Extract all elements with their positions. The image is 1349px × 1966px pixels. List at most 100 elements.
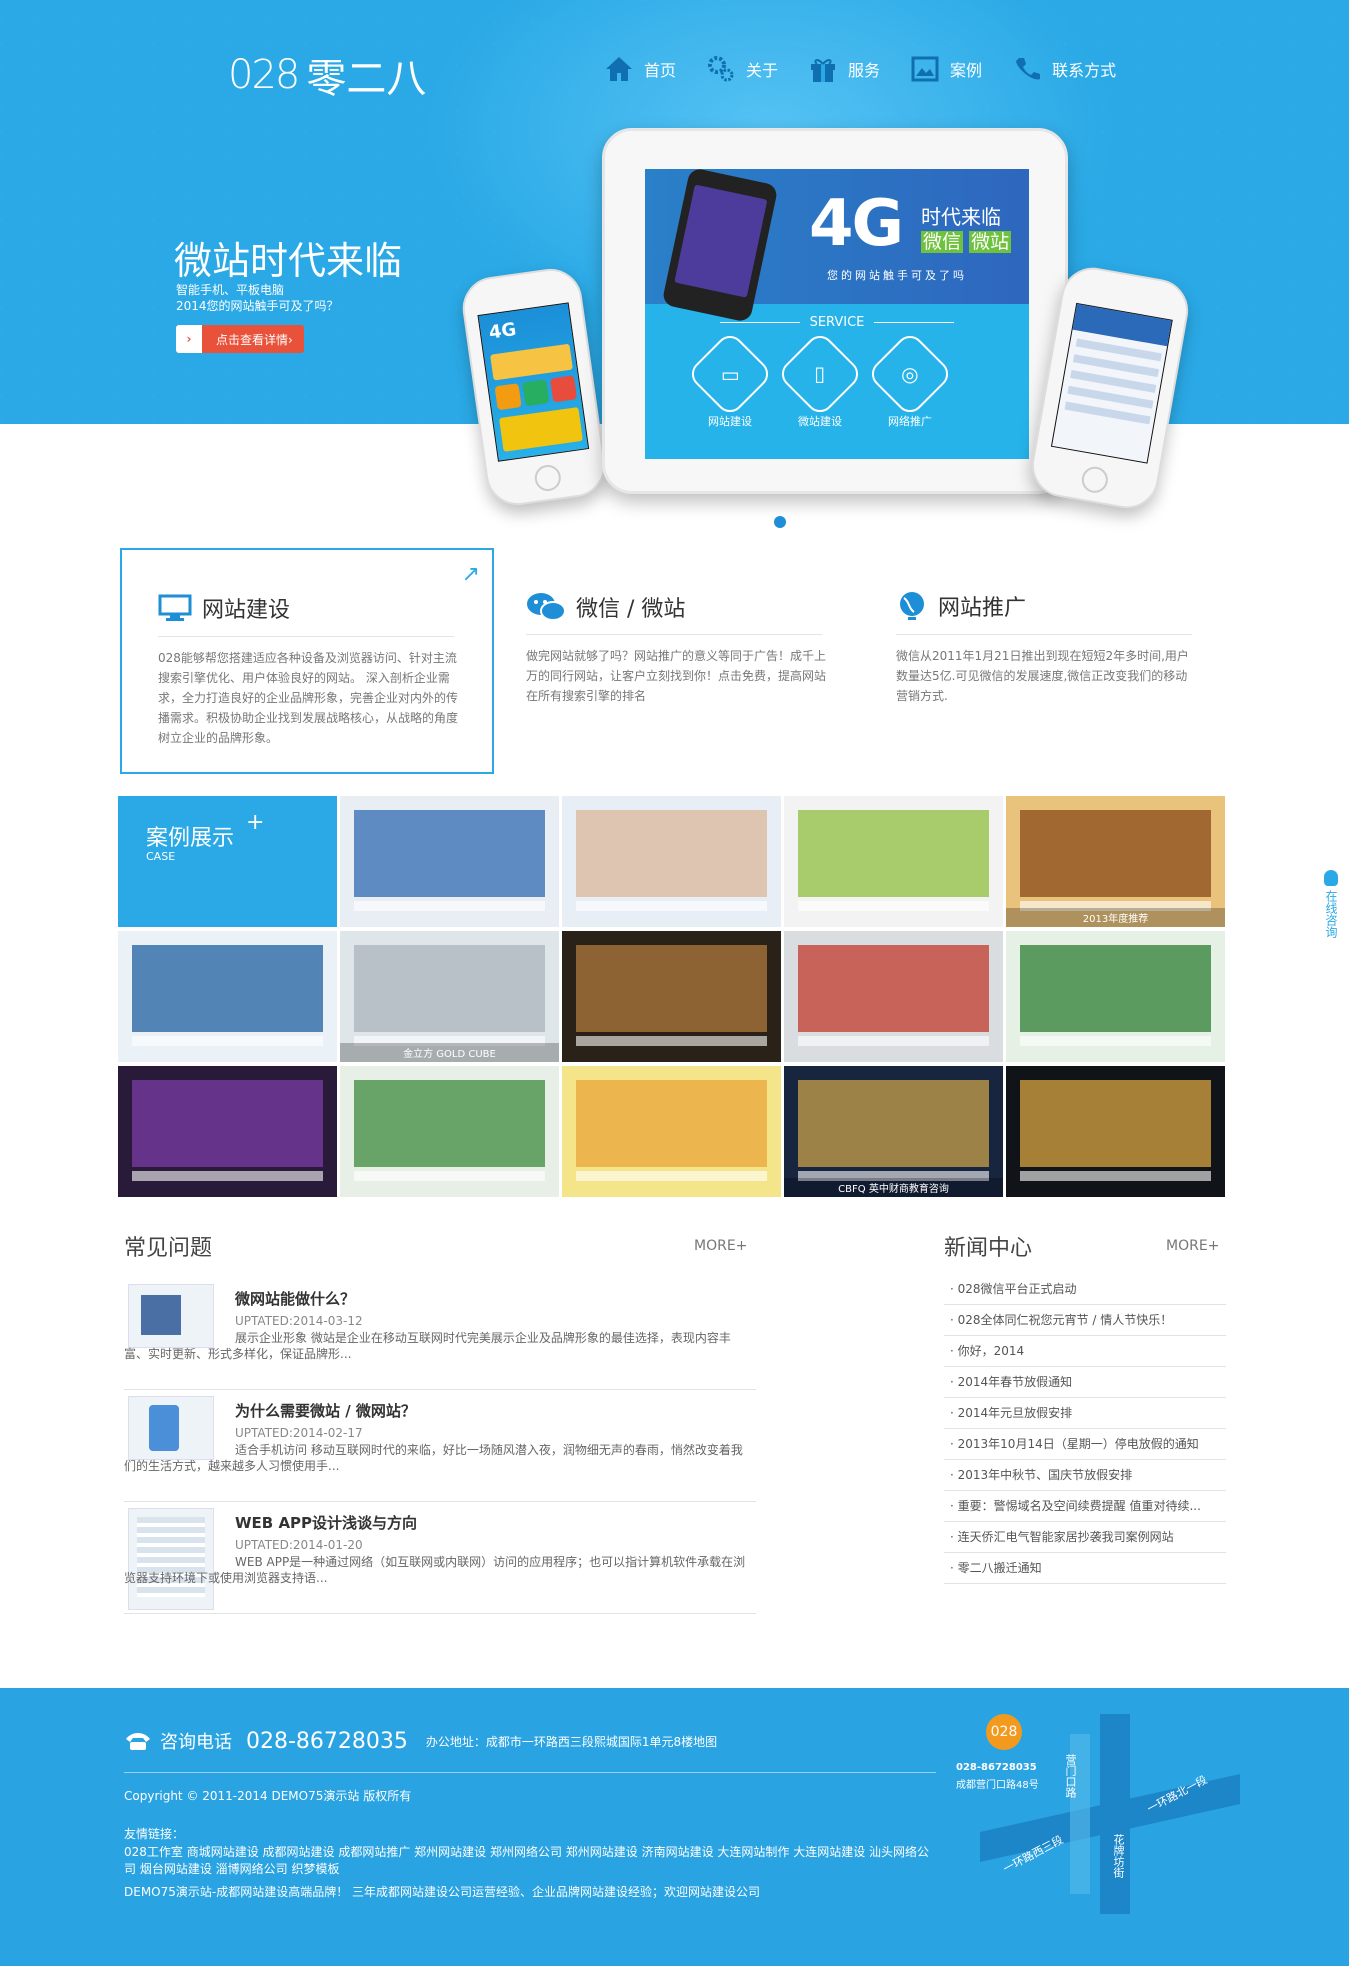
footer-tagline: DEMO75演示站-成都网站建设高端品牌！ 三年成都网站建设公司运营经验、企业品…	[124, 1885, 761, 1899]
map-tel: 028-86728035	[956, 1762, 1037, 1773]
arrow-up-right-icon: ↗	[461, 562, 480, 587]
faq-item-desc: 适合手机访问 移动互联网时代的来临，好比一场随风潜入夜，润物细无声的春雨，悄然改…	[124, 1443, 743, 1473]
tablet-slogan: 您的网站触手可及了吗	[827, 269, 967, 282]
feature-website[interactable]: ↗ 网站建设 028能够帮您搭建适应各种设备及浏览器访问、针对主流搜索引擎优化、…	[120, 548, 494, 774]
globe-icon: ◎	[901, 361, 919, 386]
case-thumbnail[interactable]	[340, 1066, 559, 1197]
mobile-icon: ▯	[814, 361, 826, 386]
map-address: 成都营门口路48号	[956, 1780, 1039, 1791]
feature-weixin[interactable]: 微信 / 微站 做完网站就够了吗？网站推广的意义等同于广告！成千上万的同行网站，…	[490, 548, 864, 774]
news-title: 新闻中心	[944, 1236, 1033, 1261]
faq-item-desc: 展示企业形象 微站是企业在移动互联网时代完美展示企业及品牌形象的最佳选择，表现内…	[124, 1331, 731, 1361]
online-consult-label: 在线咨询	[1324, 890, 1338, 938]
case-thumbnail[interactable]: CBFQ 英中财商教育咨询	[784, 1066, 1003, 1197]
nav-item-home[interactable]: 首页	[604, 54, 676, 84]
telephone-icon	[126, 1733, 150, 1750]
case-thumbnail[interactable]	[1006, 1066, 1225, 1197]
faq-item-date: UPTATED:2014-03-12	[235, 1314, 363, 1328]
feature-title-promo: 网站推广	[938, 596, 1027, 621]
service-label-promo: 网络推广	[888, 415, 932, 428]
tablet-banner: 4G 时代来临 微信 微站 您的网站触手可及了吗	[645, 169, 1029, 323]
nav-item-cases[interactable]: 案例	[910, 54, 982, 84]
case-thumbnail[interactable]	[118, 1066, 337, 1197]
tablet-4g-text: 4G	[809, 187, 904, 261]
faq-item[interactable]: 微网站能做什么？ UPTATED:2014-03-12 展示企业形象 微站是企业…	[124, 1278, 756, 1390]
news-more-link[interactable]: MORE+	[1166, 1238, 1219, 1254]
case-thumbnail[interactable]	[562, 931, 781, 1062]
phone-icon	[1012, 54, 1042, 84]
gears-icon	[706, 54, 736, 84]
tablet-image: 4G 时代来临 微信 微站 您的网站触手可及了吗 SERVICE ▭ 网站建设 …	[602, 128, 1068, 494]
nav-item-contact[interactable]: 联系方式	[1012, 54, 1116, 84]
friend-links[interactable]: 028工作室 商城网站建设 成都网站建设 成都网站推广 郑州网站建设 郑州网络公…	[124, 1844, 936, 1878]
case-thumbnail[interactable]	[784, 931, 1003, 1062]
news-item[interactable]: · 028微信平台正式启动	[944, 1274, 1226, 1305]
case-thumbnail[interactable]	[1006, 931, 1225, 1062]
footer: 咨询电话 028-86728035 办公地址：成都市一环路西三段熙城国际1单元8…	[0, 1688, 1349, 1966]
site-logo[interactable]: 028 零二八	[228, 46, 426, 104]
location-badge: 028	[986, 1714, 1022, 1750]
service-label-micro: 微站建设	[798, 415, 842, 428]
case-title: 案例展示	[146, 826, 235, 851]
case-thumbnail[interactable]	[340, 796, 559, 927]
faq-item-title[interactable]: 微网站能做什么？	[235, 1288, 355, 1309]
faq-item-title[interactable]: 为什么需要微站 / 微网站？	[235, 1400, 416, 1421]
faq-item-date: UPTATED:2014-02-17	[235, 1426, 363, 1440]
case-thumbnail-caption: CBFQ 英中财商教育咨询	[784, 1178, 1003, 1197]
case-thumbnail-caption: 2013年度推荐	[1006, 908, 1225, 927]
faq-item-title[interactable]: WEB APP设计浅谈与方向	[235, 1512, 417, 1533]
news-item[interactable]: · 028全体同仁祝您元宵节 / 情人节快乐！	[944, 1305, 1226, 1336]
feature-promo[interactable]: 网站推广 微信从2011年1月21日推出到现在短短2年多时间,用户数量达5亿.可…	[860, 548, 1234, 774]
links-label: 友情链接：	[124, 1827, 185, 1841]
nav-item-service[interactable]: 服务	[808, 54, 880, 84]
feature-text-weixin: 做完网站就够了吗？网站推广的意义等同于广告！成千上万的同行网站，让客户立刻找到你…	[526, 649, 827, 703]
online-consult-tab[interactable]: 在线咨询	[1320, 870, 1342, 938]
road-label: 营门口路	[1064, 1754, 1077, 1798]
case-thumbnail[interactable]	[562, 796, 781, 927]
faq-more-link[interactable]: MORE+	[694, 1238, 747, 1254]
footer-tel: 咨询电话 028-86728035 办公地址：成都市一环路西三段熙城国际1单元8…	[124, 1728, 717, 1754]
tablet-weizhan: 微站	[969, 231, 1012, 253]
news-item[interactable]: · 2013年中秋节、国庆节放假安排	[944, 1460, 1226, 1491]
news-item[interactable]: · 零二八搬迁通知	[944, 1553, 1226, 1584]
nav-label-contact: 联系方式	[1052, 61, 1117, 80]
news-item[interactable]: · 2014年元旦放假安排	[944, 1398, 1226, 1429]
small-phone-4g: 4G	[487, 319, 518, 344]
plus-icon: +	[246, 810, 265, 835]
service-promo: ◎ 网络推广	[866, 330, 954, 429]
nav-label-home: 首页	[644, 61, 677, 80]
case-thumbnail[interactable]: 2013年度推荐	[1006, 796, 1225, 927]
qq-icon	[1324, 870, 1338, 886]
monitor-icon: ▭	[720, 362, 740, 386]
faq-title: 常见问题	[124, 1236, 213, 1261]
news-item[interactable]: · 重要：警惕域名及空间续费提醒 值重对待续...	[944, 1491, 1226, 1522]
location-map-graphic: 028 028-86728035 成都营门口路48号 营门口路 一环路北一段 一…	[956, 1714, 1240, 1914]
case-thumbnail[interactable]	[562, 1066, 781, 1197]
faq-item[interactable]: 为什么需要微站 / 微网站？ UPTATED:2014-02-17 适合手机访问…	[124, 1390, 756, 1502]
service-label-web: 网站建设	[708, 415, 752, 428]
feature-text-website: 028能够帮您搭建适应各种设备及浏览器访问、针对主流搜索引擎优化、用户体验良好的…	[158, 651, 459, 745]
chevron-right-icon: ›	[176, 325, 202, 353]
main-nav: 首页 关于 服务 案例 联系方式	[604, 54, 1116, 84]
nav-item-about[interactable]: 关于	[706, 54, 778, 84]
faq-item-date: UPTATED:2014-01-20	[235, 1538, 363, 1552]
faq-item-desc: WEB APP是一种通过网络（如互联网或内联网）访问的应用程序；也可以指计算机软…	[124, 1555, 746, 1585]
service-title: SERVICE	[645, 315, 1029, 330]
feature-title-website: 网站建设	[202, 598, 291, 623]
case-thumbnail[interactable]	[784, 796, 1003, 927]
hero-details-button[interactable]: › 点击查看详情›	[176, 325, 304, 353]
news-item[interactable]: · 连天侨汇电气智能家居抄袭我司案例网站	[944, 1522, 1226, 1553]
tel-number[interactable]: 028-86728035	[246, 1729, 408, 1754]
case-thumbnail[interactable]: 金立方 GOLD CUBE	[340, 931, 559, 1062]
faq-item[interactable]: WEB APP设计浅谈与方向 UPTATED:2014-01-20 WEB AP…	[124, 1502, 756, 1614]
case-grid: 案例展示 + CASE 2013年度推荐金立方 GOLD CUBE CBFQ 英中…	[118, 796, 1225, 1198]
hero-subtitle: 智能手机、平板电脑 2014您的网站触手可及了吗？	[176, 282, 339, 314]
gift-icon	[808, 54, 838, 84]
service-web: ▭ 网站建设	[686, 330, 774, 429]
news-item[interactable]: · 2013年10月14日（星期一）停电放假的通知	[944, 1429, 1226, 1460]
case-thumbnail[interactable]	[118, 931, 337, 1062]
news-item[interactable]: · 你好，2014	[944, 1336, 1226, 1367]
news-item[interactable]: · 2014年春节放假通知	[944, 1367, 1226, 1398]
slider-indicator[interactable]	[774, 516, 786, 528]
case-header[interactable]: 案例展示 + CASE	[118, 796, 337, 927]
